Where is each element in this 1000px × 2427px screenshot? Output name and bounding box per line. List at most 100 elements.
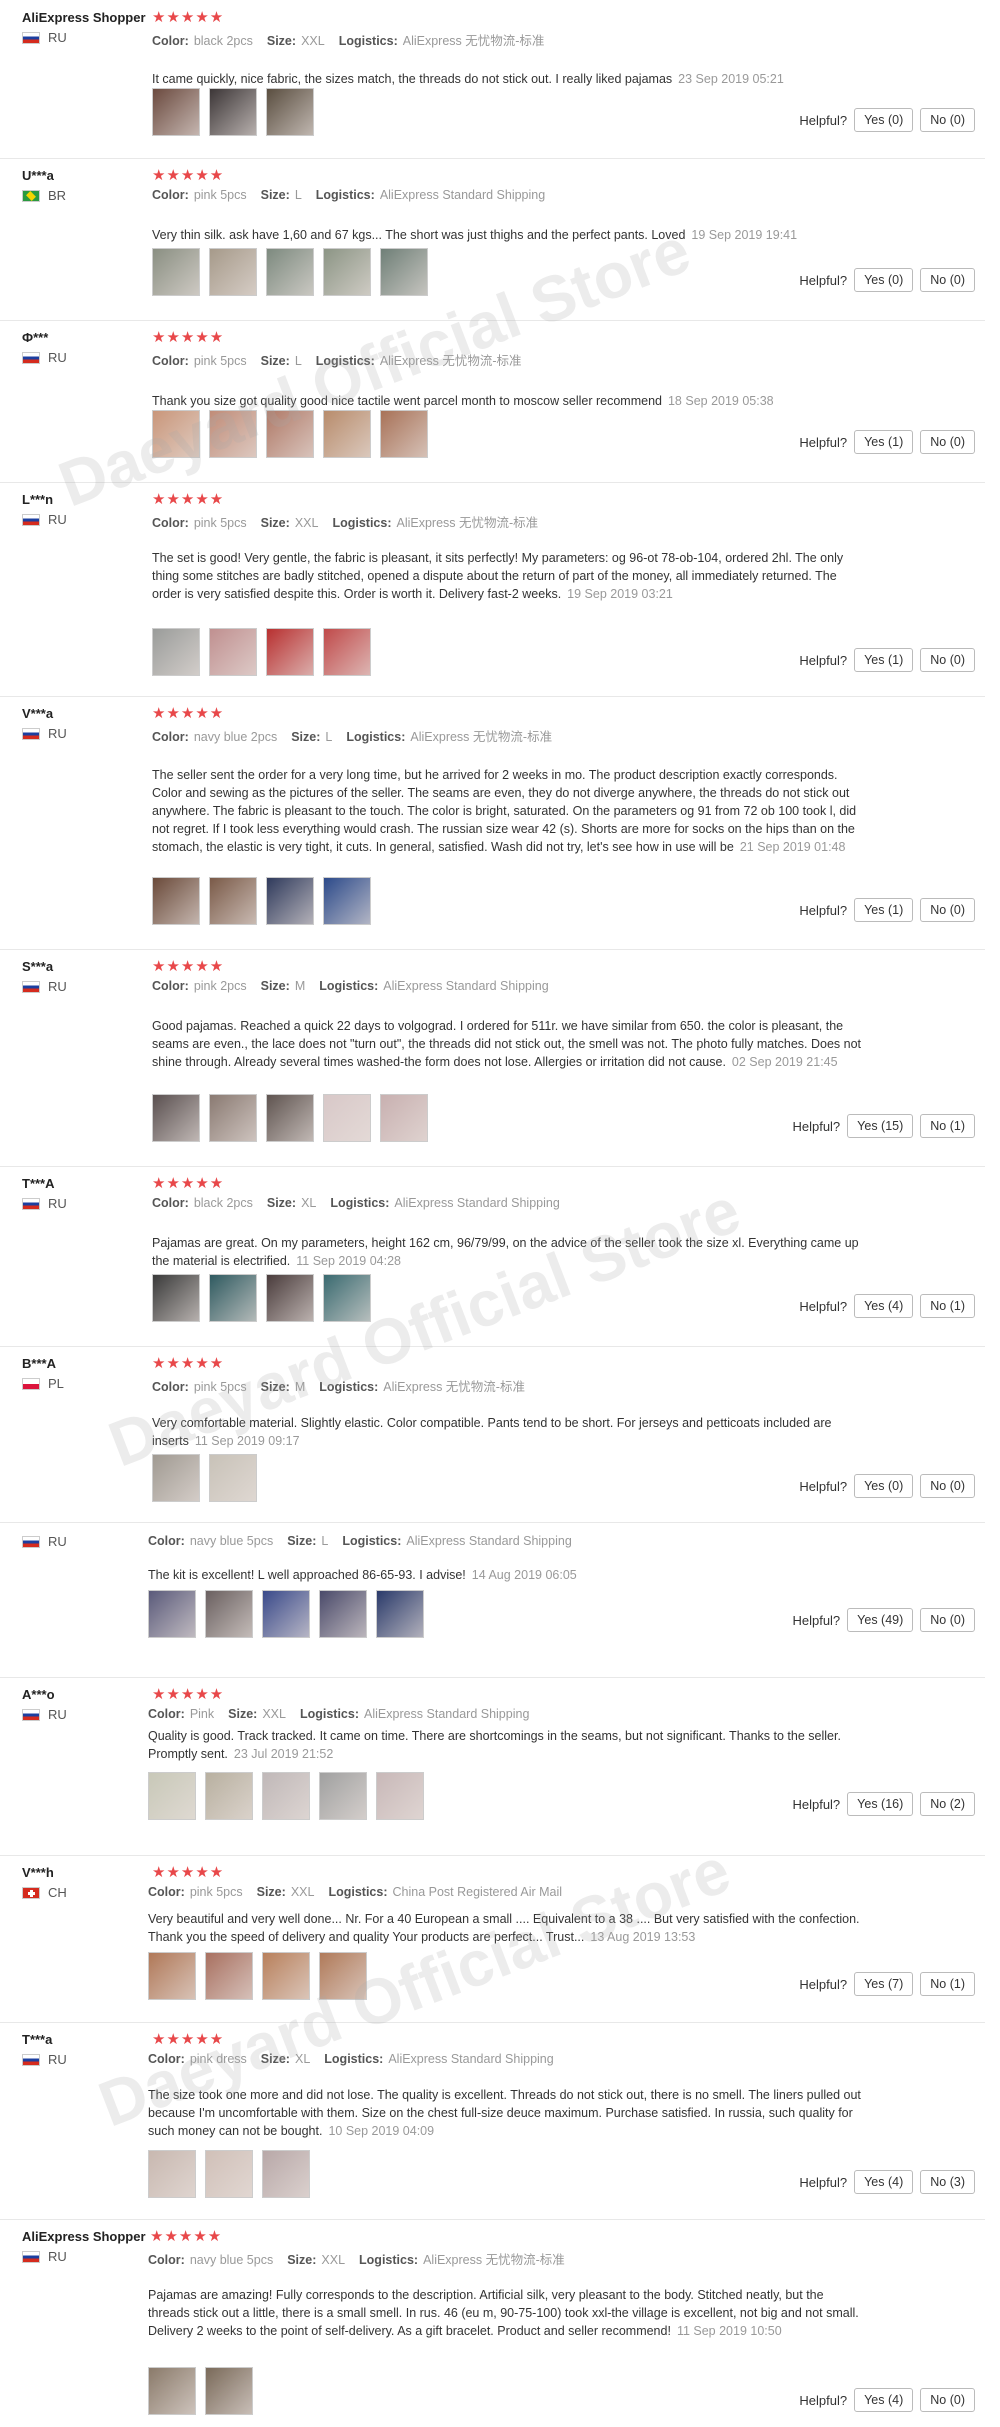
review-photo-thumbnail[interactable]: [209, 1454, 257, 1502]
review-photo-thumbnail[interactable]: [380, 1094, 428, 1142]
review-photo-thumbnail[interactable]: [209, 877, 257, 925]
size-label: Size:: [260, 354, 290, 368]
review-photo-thumbnail[interactable]: [209, 1094, 257, 1142]
helpful-no-button[interactable]: No (0): [920, 430, 975, 454]
helpful-no-button[interactable]: No (0): [920, 898, 975, 922]
review-photo-thumbnail[interactable]: [209, 410, 257, 458]
review-photo-thumbnail[interactable]: [152, 1454, 200, 1502]
helpful-no-button[interactable]: No (0): [920, 108, 975, 132]
reviewer-country: RU: [22, 979, 67, 994]
helpful-yes-button[interactable]: Yes (15): [847, 1114, 914, 1138]
size-value: M: [294, 979, 306, 993]
review-photo-thumbnail[interactable]: [266, 88, 314, 136]
helpful-no-button[interactable]: No (2): [920, 1792, 975, 1816]
helpful-no-button[interactable]: No (0): [920, 2388, 975, 2412]
helpful-no-button[interactable]: No (1): [920, 1972, 975, 1996]
review-photo-thumbnail[interactable]: [152, 88, 200, 136]
review-photo-thumbnail[interactable]: [266, 1094, 314, 1142]
color-label: Color:: [148, 1707, 185, 1721]
reviewer-name: V***a: [22, 706, 54, 721]
reviewer-country: CH: [22, 1885, 67, 1900]
review-photo-thumbnail[interactable]: [205, 2367, 253, 2415]
review-photo-thumbnail[interactable]: [319, 1952, 367, 2000]
review-photo-thumbnail[interactable]: [262, 1952, 310, 2000]
order-info: Color: pink 5pcs Size: L Logistics: AliExpres…: [152, 188, 545, 202]
reviewer-name: AliExpress Shopper: [22, 2229, 146, 2244]
helpful-yes-button[interactable]: Yes (0): [854, 268, 914, 292]
review-photo-thumbnail[interactable]: [323, 1274, 371, 1322]
review-photo-thumbnail[interactable]: [266, 628, 314, 676]
helpful-yes-button[interactable]: Yes (1): [854, 648, 914, 672]
review-photo-thumbnail[interactable]: [205, 1772, 253, 1820]
review-photo-thumbnail[interactable]: [376, 1772, 424, 1820]
review-photo-thumbnail[interactable]: [380, 410, 428, 458]
helpful-no-button[interactable]: No (0): [920, 1474, 975, 1498]
review-photo-thumbnail[interactable]: [262, 1772, 310, 1820]
helpful-vote-group: Helpful? Yes (1) No (0): [799, 898, 975, 922]
review-photo-thumbnail[interactable]: [148, 1772, 196, 1820]
review-photo-thumbnail[interactable]: [319, 1772, 367, 1820]
review-photo-thumbnail[interactable]: [209, 628, 257, 676]
review-photo-thumbnail[interactable]: [262, 1590, 310, 1638]
helpful-yes-button[interactable]: Yes (0): [854, 1474, 914, 1498]
review-photo-thumbnail[interactable]: [205, 1952, 253, 2000]
helpful-label: Helpful?: [799, 1478, 848, 1494]
review-photo-thumbnail[interactable]: [148, 1590, 196, 1638]
logistics-label: Logistics:: [346, 730, 406, 744]
review-photo-thumbnail[interactable]: [323, 1094, 371, 1142]
star-rating: ★★★★★: [152, 1355, 225, 1372]
review-photo-thumbnail[interactable]: [152, 1274, 200, 1322]
review-photo-thumbnail[interactable]: [266, 248, 314, 296]
review-photo-thumbnail[interactable]: [205, 1590, 253, 1638]
review-text: The seller sent the order for a very lon…: [152, 766, 867, 856]
review-photo-thumbnail[interactable]: [376, 1590, 424, 1638]
review-date: 23 Sep 2019 05:21: [678, 72, 784, 86]
review-photo-thumbnail[interactable]: [209, 1274, 257, 1322]
helpful-yes-button[interactable]: Yes (1): [854, 430, 914, 454]
size-value: XL: [301, 1196, 317, 1210]
review-photo-thumbnail[interactable]: [209, 248, 257, 296]
review-photo-thumbnail[interactable]: [319, 1590, 367, 1638]
review-photo-thumbnail[interactable]: [152, 1094, 200, 1142]
helpful-yes-button[interactable]: Yes (7): [854, 1972, 914, 1996]
review-photo-thumbnail[interactable]: [152, 628, 200, 676]
review-photo-thumbnail[interactable]: [205, 2150, 253, 2198]
review-photo-thumbnail[interactable]: [323, 410, 371, 458]
helpful-yes-button[interactable]: Yes (0): [854, 108, 914, 132]
review-photo-thumbnail[interactable]: [262, 2150, 310, 2198]
star-rating: ★★★★★: [152, 1686, 225, 1703]
review-photo-thumbnail[interactable]: [323, 248, 371, 296]
helpful-yes-button[interactable]: Yes (4): [854, 2388, 914, 2412]
reviewer-country: RU: [22, 1707, 67, 1722]
size-value: XL: [294, 2052, 311, 2066]
review-photo-thumbnail[interactable]: [266, 1274, 314, 1322]
review-photo-thumbnail[interactable]: [152, 877, 200, 925]
review-photo-thumbnail[interactable]: [152, 248, 200, 296]
helpful-no-button[interactable]: No (0): [920, 268, 975, 292]
helpful-yes-button[interactable]: Yes (4): [854, 1294, 914, 1318]
helpful-label: Helpful?: [792, 1612, 841, 1628]
review-photo-thumbnail[interactable]: [152, 410, 200, 458]
helpful-no-button[interactable]: No (0): [920, 1608, 975, 1632]
review-photo-thumbnail[interactable]: [148, 2150, 196, 2198]
size-label: Size:: [260, 979, 290, 993]
review-photo-thumbnail[interactable]: [266, 877, 314, 925]
reviewer-name: S***a: [22, 959, 54, 974]
helpful-no-button[interactable]: No (1): [920, 1114, 975, 1138]
helpful-yes-button[interactable]: Yes (49): [847, 1608, 914, 1632]
helpful-no-button[interactable]: No (3): [920, 2170, 975, 2194]
review-photo-thumbnail[interactable]: [148, 2367, 196, 2415]
helpful-yes-button[interactable]: Yes (16): [847, 1792, 914, 1816]
review-photo-thumbnail[interactable]: [266, 410, 314, 458]
review-photo-thumbnail[interactable]: [148, 1952, 196, 2000]
helpful-yes-button[interactable]: Yes (4): [854, 2170, 914, 2194]
review-photo-thumbnail[interactable]: [323, 628, 371, 676]
helpful-no-button[interactable]: No (0): [920, 648, 975, 672]
review-text: Pajamas are great. On my parameters, hei…: [152, 1234, 867, 1270]
review-photo-thumbnail[interactable]: [209, 88, 257, 136]
helpful-yes-button[interactable]: Yes (1): [854, 898, 914, 922]
review-photo-thumbnail[interactable]: [380, 248, 428, 296]
helpful-no-button[interactable]: No (1): [920, 1294, 975, 1318]
review-photo-thumbnail[interactable]: [323, 877, 371, 925]
country-code: RU: [48, 1534, 67, 1549]
